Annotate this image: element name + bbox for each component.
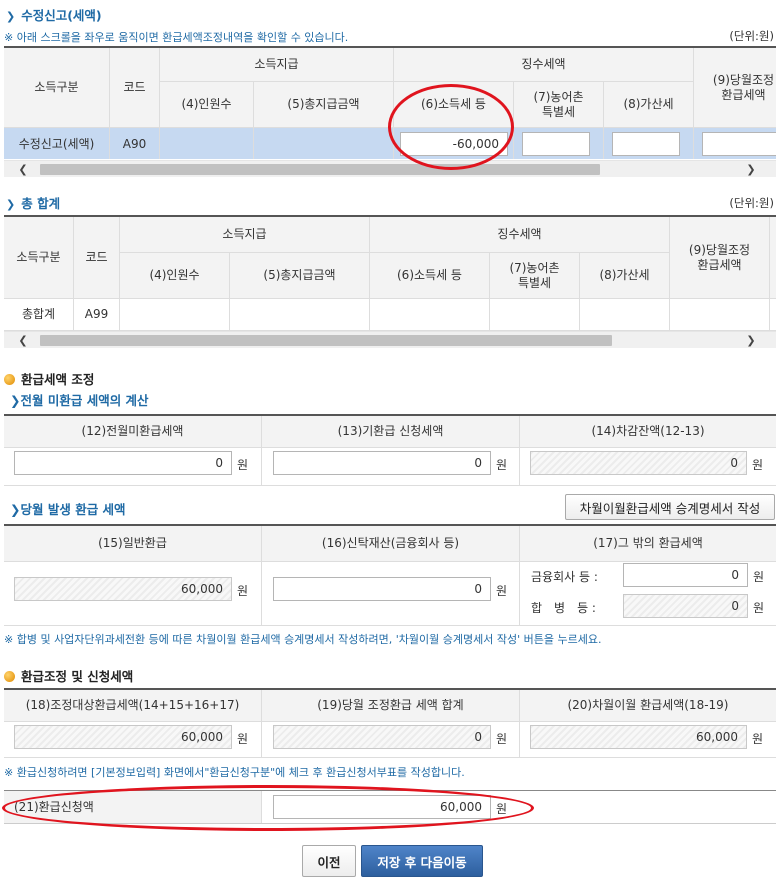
header-h4: (4)인원수 [160, 82, 254, 128]
bullet-icon [4, 374, 15, 385]
won-label: 원 [753, 601, 765, 615]
merger-readonly: 0 [623, 594, 748, 618]
header-category: 소득구분 [4, 217, 74, 299]
header-code: 코드 [74, 217, 120, 299]
row-category: 총합계 [4, 299, 74, 331]
header-h8: (8)가산세 [580, 253, 670, 299]
row-total-pay [254, 128, 394, 159]
header-income: 소득지급 [120, 217, 370, 253]
header-h14: (14)차감잔액(12-13) [520, 416, 776, 448]
row-income-tax [370, 299, 490, 331]
scroll-thumb[interactable] [40, 164, 600, 175]
won-label: 원 [496, 732, 508, 746]
month-adjust-readonly: 0 [273, 725, 491, 749]
row-rural-tax [490, 299, 580, 331]
chevron-right-icon: ❯ [10, 393, 21, 408]
total-unit: (단위:원) [729, 196, 774, 210]
amend-table: 소득구분 코드 소득지급 징수세액 (9)당월조정 환급세액 (4)인원수 (5)… [4, 46, 776, 159]
row-refund [670, 299, 770, 331]
won-label: 원 [753, 570, 765, 584]
header-h20: (20)차월이월 환급세액(18-19) [520, 690, 776, 722]
curr-refund-title: ❯당월 발생 환급 세액 [10, 502, 126, 517]
won-label: 원 [496, 458, 508, 472]
header-h9: (9)당월조정 환급세액 [694, 48, 776, 128]
won-label: 원 [752, 732, 764, 746]
financial-company-label: 금융회사 등 : [531, 570, 598, 584]
header-h19: (19)당월 조정환급 세액 합계 [262, 690, 520, 722]
chevron-right-icon: ❯ [10, 502, 21, 517]
scroll-left-icon[interactable]: ❮ [12, 332, 34, 348]
row-total-pay [230, 299, 370, 331]
won-label: 원 [237, 458, 249, 472]
header-h16: (16)신탁재산(금융회사 등) [262, 526, 520, 562]
refund-adjust-title: 환급세액 조정 [4, 369, 94, 388]
prev-applied-input[interactable]: 0 [273, 451, 491, 475]
chevron-right-icon: ❯ [6, 198, 16, 211]
header-h15: (15)일반환급 [4, 526, 262, 562]
scroll-right-icon[interactable]: ❯ [740, 161, 762, 177]
header-overflow [770, 217, 776, 299]
won-label: 원 [752, 458, 764, 472]
won-label: 원 [237, 732, 249, 746]
merger-label: 합 병 등 : [531, 601, 596, 615]
header-h12: (12)전월미환급세액 [4, 416, 262, 448]
row-penalty [580, 299, 670, 331]
carry-over-note: ※ 합병 및 사업자단위과세전환 등에 따른 차월이월 환급세액 승계명세서 작… [4, 633, 602, 646]
won-label: 원 [237, 584, 249, 598]
rural-tax-input[interactable] [522, 132, 590, 156]
header-h9: (9)당월조정 환급세액 [670, 217, 770, 299]
header-h4: (4)인원수 [120, 253, 230, 299]
row-headcount [160, 128, 254, 159]
header-h5: (5)총지급금액 [230, 253, 370, 299]
header-category: 소득구분 [4, 48, 110, 128]
total-scrollbar[interactable]: ❮ ❯ [4, 331, 776, 348]
prev-unrefunded-input[interactable]: 0 [14, 451, 232, 475]
row-code: A90 [110, 128, 160, 159]
header-h7: (7)농어촌 특별세 [490, 253, 580, 299]
penalty-input[interactable] [612, 132, 680, 156]
header-h13: (13)기환급 신청세액 [262, 416, 520, 448]
header-h6: (6)소득세 등 [370, 253, 490, 299]
total-section-title: ❯ 총 합계 [6, 196, 61, 211]
save-next-button[interactable]: 저장 후 다음이동 [361, 845, 483, 877]
won-label: 원 [496, 584, 508, 598]
header-code: 코드 [110, 48, 160, 128]
row-code: A99 [74, 299, 120, 331]
header-h8: (8)가산세 [604, 82, 694, 128]
annotation-oval [388, 84, 514, 170]
header-income: 소득지급 [160, 48, 394, 82]
scroll-left-icon[interactable]: ❮ [12, 161, 34, 177]
header-tax: 징수세액 [370, 217, 670, 253]
amend-unit: (단위:원) [729, 29, 774, 43]
financial-company-input[interactable]: 0 [623, 563, 748, 587]
scroll-thumb[interactable] [40, 335, 612, 346]
adjust-target-readonly: 60,000 [14, 725, 232, 749]
header-tax: 징수세액 [394, 48, 694, 82]
scroll-right-icon[interactable]: ❯ [740, 332, 762, 348]
prev-button[interactable]: 이전 [302, 845, 356, 877]
carry-over-statement-button[interactable]: 차월이월환급세액 승계명세서 작성 [565, 494, 775, 520]
bullet-icon [4, 671, 15, 682]
prev-refund-title: ❯전월 미환급 세액의 계산 [10, 393, 149, 408]
amend-scrollbar[interactable]: ❮ ❯ [4, 160, 776, 177]
trust-property-input[interactable]: 0 [273, 577, 491, 601]
refund-request-note: ※ 환급신청하려면 [기본정보입력] 화면에서"환급신청구분"에 체크 후 환급… [4, 766, 465, 779]
amend-section-title: ❯ 수정신고(세액) [6, 8, 102, 23]
row-category: 수정신고(세액) [4, 128, 110, 159]
header-h17: (17)그 밖의 환급세액 [520, 526, 776, 562]
balance-readonly: 0 [530, 451, 747, 475]
header-h5: (5)총지급금액 [254, 82, 394, 128]
header-h7: (7)농어촌 특별세 [514, 82, 604, 128]
annotation-oval [2, 785, 534, 831]
chevron-right-icon: ❯ [6, 10, 16, 23]
refund-adjust-input[interactable] [702, 132, 776, 156]
row-overflow [770, 299, 776, 331]
amend-scroll-note: ※ 아래 스크롤을 좌우로 움직이면 환급세액조정내역을 확인할 수 있습니다. [4, 31, 349, 44]
header-h18: (18)조정대상환급세액(14+15+16+17) [4, 690, 262, 722]
total-table: 소득구분 코드 소득지급 징수세액 (9)당월조정 환급세액 (4)인원수 (5)… [4, 215, 776, 331]
general-refund-readonly: 60,000 [14, 577, 232, 601]
carry-over-readonly: 60,000 [530, 725, 747, 749]
row-headcount [120, 299, 230, 331]
refund-apply-title: 환급조정 및 신청세액 [4, 666, 133, 685]
